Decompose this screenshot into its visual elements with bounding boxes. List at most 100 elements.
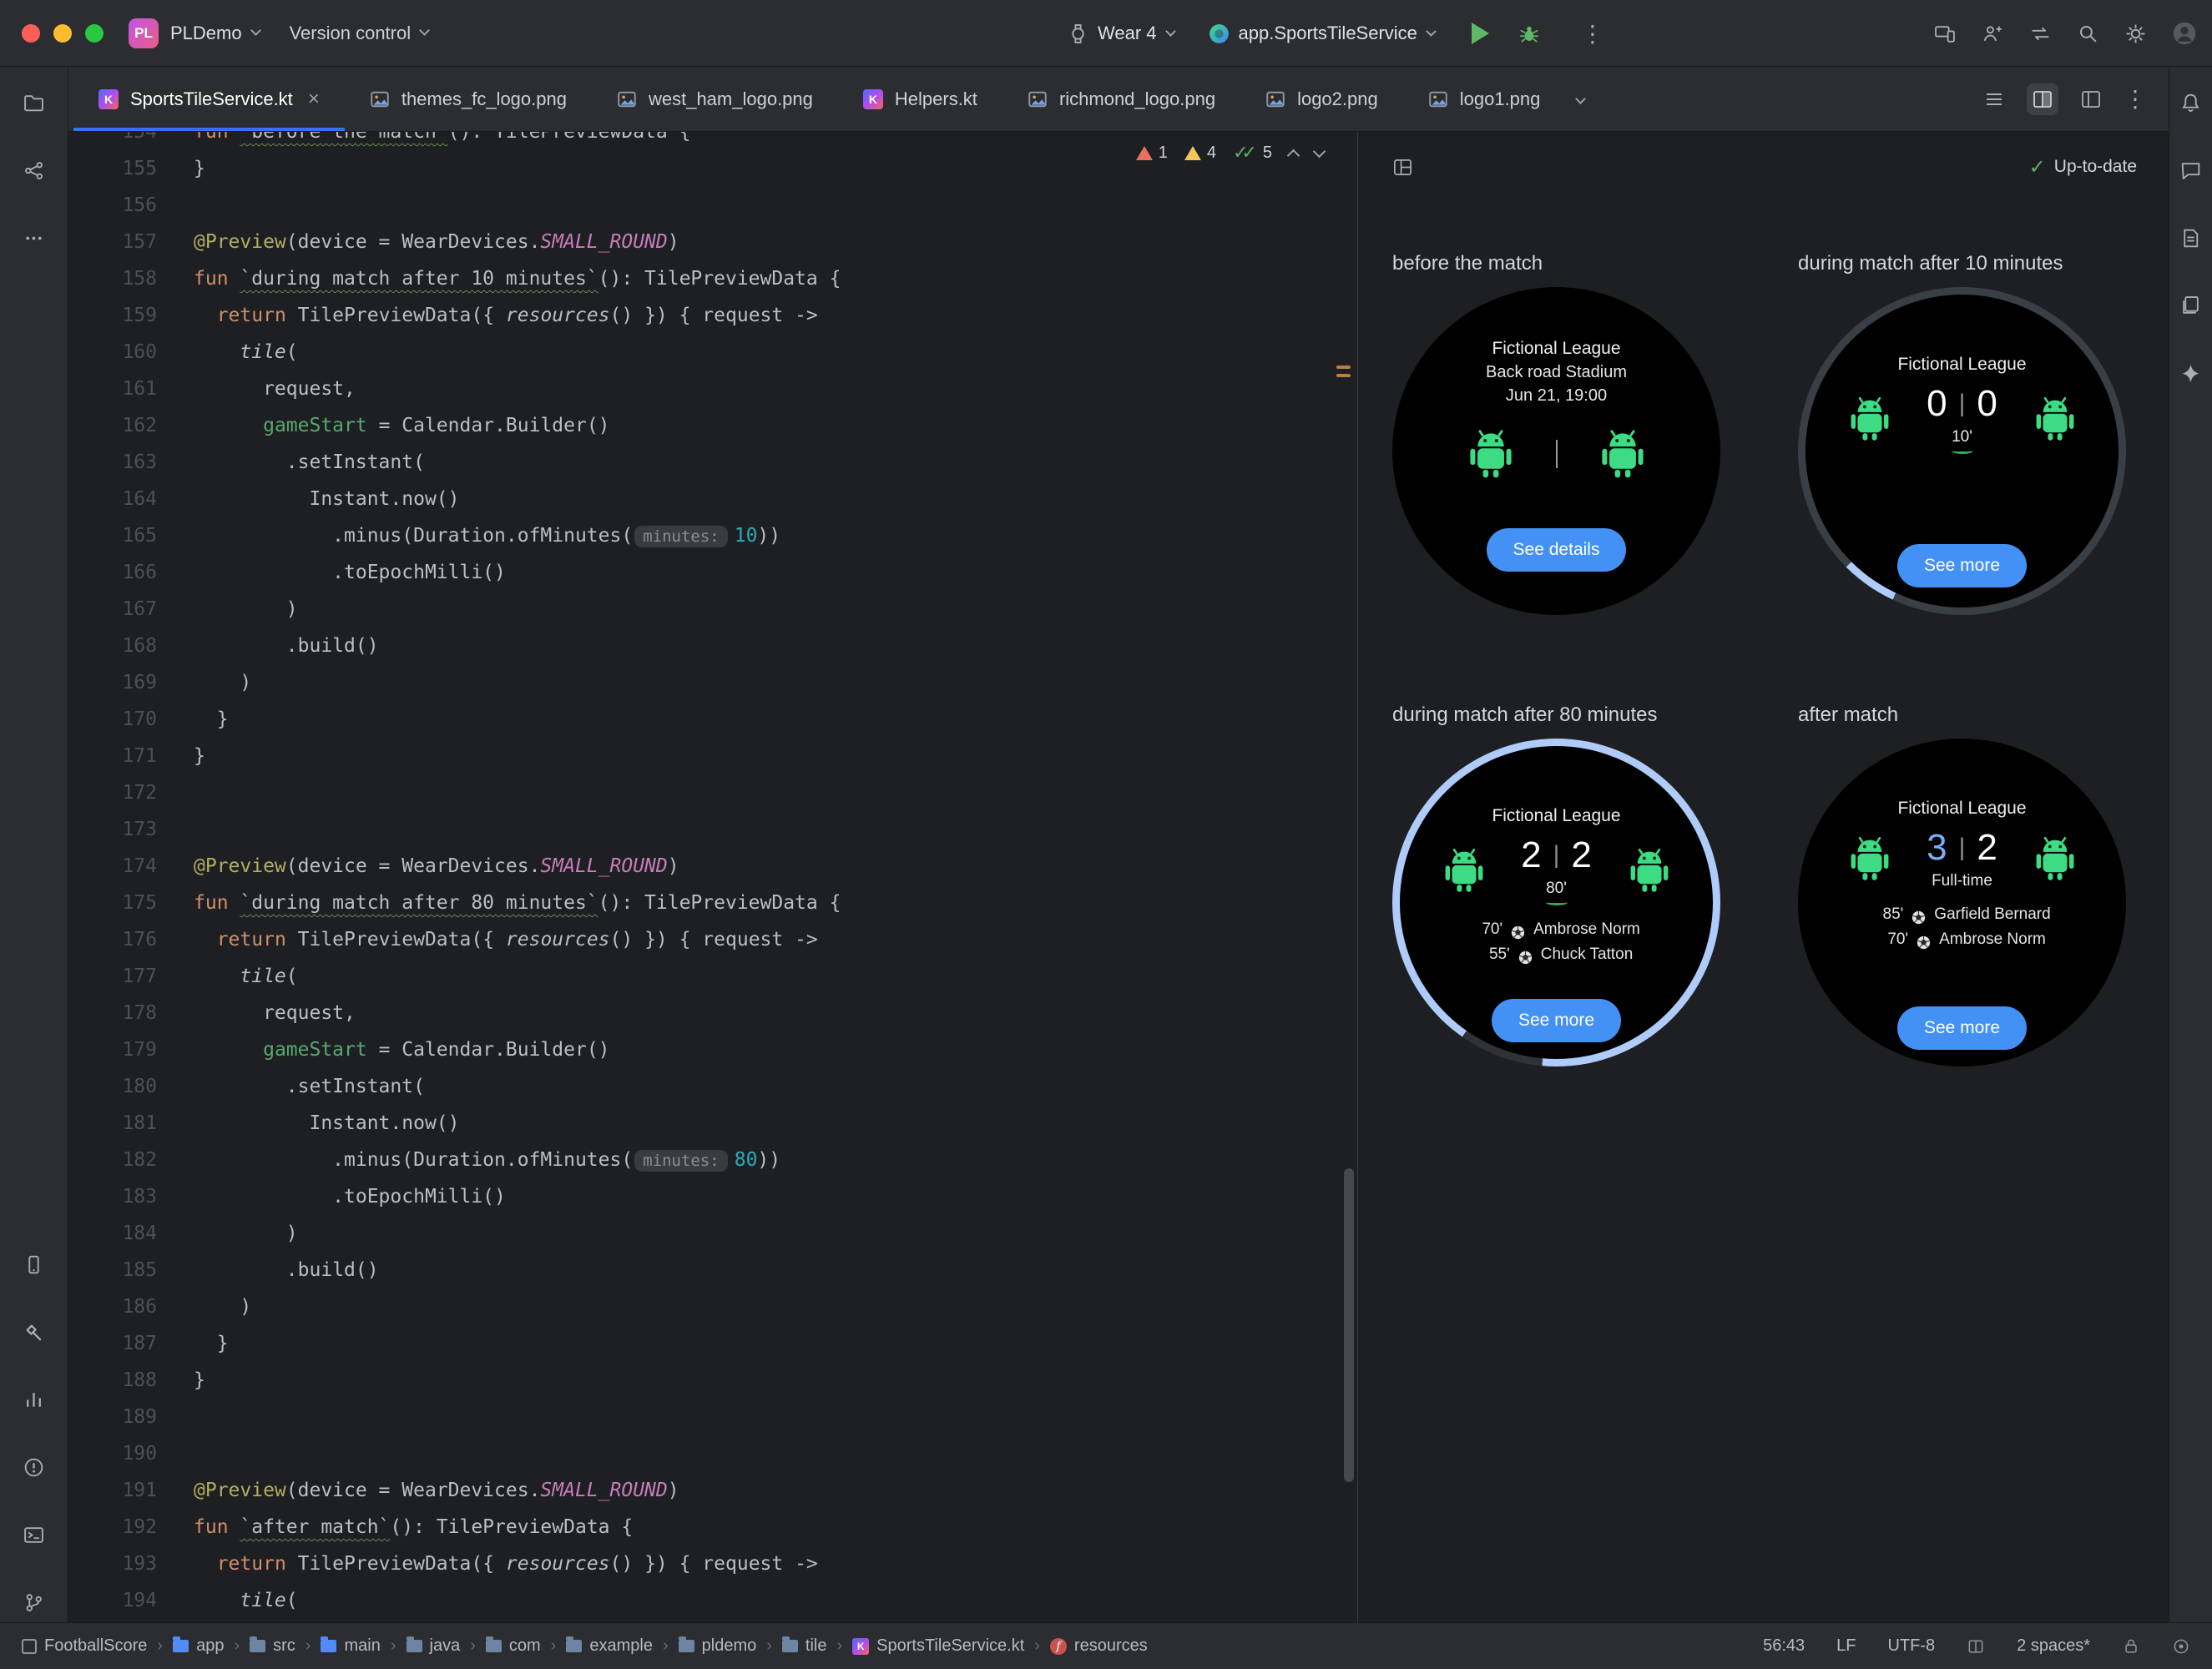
line-number[interactable]: 174: [68, 848, 194, 885]
line-number[interactable]: 183: [68, 1178, 194, 1215]
line-number[interactable]: 177: [68, 958, 194, 995]
inspection-stripe-mark[interactable]: [1336, 366, 1351, 369]
line-number[interactable]: 185: [68, 1252, 194, 1288]
see-more-button[interactable]: See more: [1491, 999, 1622, 1042]
line-number[interactable]: 182: [68, 1142, 194, 1178]
see-more-button[interactable]: See more: [1896, 544, 2028, 587]
line-number[interactable]: 158: [68, 260, 194, 297]
line-number[interactable]: 161: [68, 371, 194, 407]
code-line[interactable]: 179 gameStart = Calendar.Builder(): [68, 1031, 1357, 1068]
code-line[interactable]: 192 fun `after match`(): TilePreviewData …: [68, 1509, 1357, 1545]
breadcrumb-item[interactable]: main: [321, 1636, 381, 1656]
notifications-bell-icon[interactable]: [2179, 92, 2202, 114]
line-number[interactable]: 172: [68, 774, 194, 811]
code-line[interactable]: 181 Instant.now(): [68, 1105, 1357, 1142]
code-line[interactable]: 190: [68, 1435, 1357, 1472]
code-line[interactable]: 175 fun `during match after 80 minutes`()…: [68, 885, 1357, 921]
tab-west_ham_logo.png[interactable]: west_ham_logo.png: [592, 67, 838, 131]
code-line[interactable]: 183 .toEpochMilli(): [68, 1178, 1357, 1215]
code-line[interactable]: 194 tile(: [68, 1582, 1357, 1619]
code-line[interactable]: 193 return TilePreviewData({ resources()…: [68, 1545, 1357, 1582]
tab-logo1.png[interactable]: logo1.png: [1403, 67, 1566, 131]
code-line[interactable]: 168 .build(): [68, 628, 1357, 664]
breadcrumb-item[interactable]: f resources: [1049, 1636, 1148, 1656]
resource-manager-icon[interactable]: [23, 159, 45, 182]
breadcrumb-item[interactable]: com: [485, 1636, 541, 1656]
search-icon[interactable]: [2077, 23, 2099, 45]
project-folder-icon[interactable]: [23, 92, 45, 114]
line-number[interactable]: 155: [68, 150, 194, 187]
line-number[interactable]: 178: [68, 995, 194, 1031]
code-editor[interactable]: 154 fun `before the match`(): TilePreview…: [68, 132, 1357, 1622]
code-line[interactable]: 166 .toEpochMilli(): [68, 554, 1357, 591]
line-number[interactable]: 154: [68, 132, 194, 150]
editor-kebab-menu[interactable]: ⋮: [2124, 85, 2147, 113]
previous-problem-icon[interactable]: [1286, 149, 1300, 162]
device-explorer-icon[interactable]: [2179, 295, 2202, 317]
more-tool-windows-icon[interactable]: [23, 227, 45, 250]
line-number[interactable]: 193: [68, 1545, 194, 1582]
tab-themes_fc_logo.png[interactable]: themes_fc_logo.png: [345, 67, 592, 131]
inspection-stripe-mark[interactable]: [1336, 374, 1351, 377]
line-separator[interactable]: LF: [1836, 1636, 1856, 1656]
line-number[interactable]: 186: [68, 1288, 194, 1325]
vcs-widget[interactable]: Version control: [290, 23, 412, 44]
code-line[interactable]: 180 .setInstant(: [68, 1068, 1357, 1105]
more-actions-menu[interactable]: ⋮: [1581, 20, 1604, 48]
preview-layout-icon[interactable]: [1392, 157, 1413, 178]
code-line[interactable]: 158 fun `during match after 10 minutes`()…: [68, 260, 1357, 297]
warning-count[interactable]: 4: [1184, 144, 1216, 163]
passed-count[interactable]: ✓✓ 5: [1233, 142, 1272, 164]
line-number[interactable]: 169: [68, 664, 194, 701]
code-line[interactable]: 172: [68, 774, 1357, 811]
settings-sync-icon[interactable]: [2029, 23, 2052, 45]
line-number[interactable]: 190: [68, 1435, 194, 1472]
line-number[interactable]: 191: [68, 1472, 194, 1509]
line-number[interactable]: 192: [68, 1509, 194, 1545]
close-window-button[interactable]: [22, 23, 40, 43]
see-more-button[interactable]: See more: [1896, 1006, 2028, 1050]
profiler-icon[interactable]: [23, 1389, 45, 1411]
line-number[interactable]: 170: [68, 701, 194, 738]
line-number[interactable]: 167: [68, 591, 194, 628]
build-icon[interactable]: [23, 1321, 45, 1344]
hidden-tabs-chevron-icon[interactable]: [1565, 67, 1596, 131]
debug-button[interactable]: [1518, 22, 1541, 45]
code-line[interactable]: 171}: [68, 738, 1357, 774]
code-line[interactable]: 182 .minus(Duration.ofMinutes(minutes: 80…: [68, 1142, 1357, 1178]
code-line[interactable]: 184 ): [68, 1215, 1357, 1252]
user-avatar[interactable]: [2172, 21, 2197, 46]
code-line[interactable]: 157 @Preview(device = WearDevices.SMALL_R…: [68, 224, 1357, 260]
line-number[interactable]: 179: [68, 1031, 194, 1068]
gemini-sparkle-icon[interactable]: [2179, 362, 2202, 385]
line-number[interactable]: 156: [68, 187, 194, 224]
breadcrumb-item[interactable]: src: [250, 1636, 295, 1656]
line-number[interactable]: 164: [68, 481, 194, 517]
code-with-me-icon[interactable]: [1982, 23, 2004, 45]
analysis-status-icon[interactable]: [2172, 1637, 2190, 1656]
line-number[interactable]: 168: [68, 628, 194, 664]
line-number[interactable]: 184: [68, 1215, 194, 1252]
line-number[interactable]: 163: [68, 444, 194, 481]
line-number[interactable]: 162: [68, 407, 194, 444]
run-button[interactable]: [1471, 23, 1489, 44]
line-number[interactable]: 180: [68, 1068, 194, 1105]
code-line[interactable]: 185 .build(): [68, 1252, 1357, 1288]
code-line[interactable]: 176 return TilePreviewData({ resources()…: [68, 921, 1357, 958]
code-line[interactable]: 161 request,: [68, 371, 1357, 407]
line-number[interactable]: 157: [68, 224, 194, 260]
indent-setting[interactable]: 2 spaces*: [2017, 1636, 2090, 1656]
code-line[interactable]: 173: [68, 811, 1357, 848]
lock-icon[interactable]: [2122, 1637, 2140, 1656]
tab-Helpers.kt[interactable]: K Helpers.kt: [838, 67, 1002, 131]
breadcrumb-item[interactable]: FootballScore: [22, 1636, 147, 1656]
line-number[interactable]: 171: [68, 738, 194, 774]
line-number[interactable]: 187: [68, 1325, 194, 1362]
line-number[interactable]: 176: [68, 921, 194, 958]
code-line[interactable]: 186 ): [68, 1288, 1357, 1325]
editor-layout-icon[interactable]: [2080, 88, 2102, 110]
code-line[interactable]: 187 }: [68, 1325, 1357, 1362]
code-line[interactable]: 156: [68, 187, 1357, 224]
split-editor-icon[interactable]: [2027, 83, 2058, 115]
device-selector[interactable]: Wear 4: [1098, 23, 1157, 44]
